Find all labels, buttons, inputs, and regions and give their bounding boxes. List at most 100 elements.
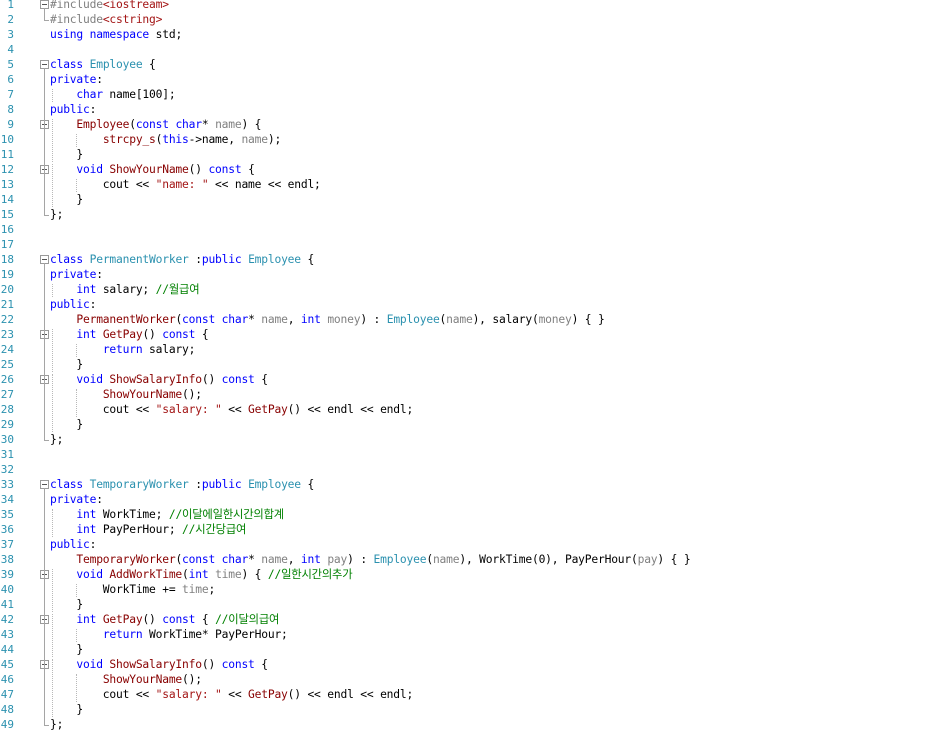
code-line[interactable]: 25 } bbox=[0, 357, 936, 372]
token-str: "salary: " bbox=[155, 403, 222, 416]
token-plain: ); bbox=[267, 133, 282, 146]
code-line[interactable]: 26 void ShowSalaryInfo() const { bbox=[0, 372, 936, 387]
code-text: int PayPerHour; //시간당급여 bbox=[50, 522, 246, 537]
code-line[interactable]: 47 cout << "salary: " << GetPay() << end… bbox=[0, 687, 936, 702]
code-line[interactable]: 27 ShowYourName(); bbox=[0, 387, 936, 402]
code-line[interactable]: 1 #include<iostream> bbox=[0, 0, 936, 12]
token-fn: GetPay bbox=[248, 403, 288, 416]
code-line[interactable]: 40 WorkTime += time; bbox=[0, 582, 936, 597]
code-line[interactable]: 39 void AddWorkTime(int time) { //일한시간의추… bbox=[0, 567, 936, 582]
code-line[interactable]: 38 TemporaryWorker (const char* name, int… bbox=[0, 552, 936, 567]
code-line[interactable]: 17 bbox=[0, 237, 936, 252]
code-line[interactable]: 6 private: bbox=[0, 72, 936, 87]
code-line[interactable]: 34 private: bbox=[0, 492, 936, 507]
code-line[interactable]: 28 cout << "salary: " << GetPay() << end… bbox=[0, 402, 936, 417]
code-line[interactable]: 13 cout << "name: " << name << endl; bbox=[0, 177, 936, 192]
code-line[interactable]: 43 return WorkTime* PayPerHour; bbox=[0, 627, 936, 642]
code-line[interactable]: 16 bbox=[0, 222, 936, 237]
code-text: } bbox=[50, 702, 83, 717]
code-line[interactable]: 48 } bbox=[0, 702, 936, 717]
code-text: private: bbox=[50, 72, 103, 87]
code-text: public: bbox=[50, 537, 96, 552]
code-line[interactable]: 3 using namespace std; bbox=[0, 27, 936, 42]
line-number: 40 bbox=[0, 583, 14, 596]
token-plain: : bbox=[96, 493, 103, 506]
token-kw: private bbox=[50, 493, 97, 506]
token-fn: GetPay bbox=[102, 328, 143, 341]
token-plain: ( bbox=[182, 568, 189, 581]
code-line[interactable]: 44 } bbox=[0, 642, 936, 657]
code-line[interactable]: 24 return salary; bbox=[0, 342, 936, 357]
token-plain: () bbox=[201, 658, 222, 671]
outline-end bbox=[44, 20, 49, 21]
code-line[interactable]: 30}; bbox=[0, 432, 936, 447]
token-str: <cstring> bbox=[102, 13, 163, 26]
token-plain: ) { } bbox=[571, 313, 605, 326]
code-line[interactable]: 9 Employee(const char* name) { bbox=[0, 117, 936, 132]
code-line[interactable]: 14 } bbox=[0, 192, 936, 207]
code-line[interactable]: 2 #include<cstring> bbox=[0, 12, 936, 27]
token-kw: private bbox=[50, 73, 97, 86]
code-line[interactable]: 7 char name[100]; bbox=[0, 87, 936, 102]
indent-guide bbox=[76, 389, 77, 417]
code-text: public: bbox=[50, 297, 96, 312]
code-line[interactable]: 15}; bbox=[0, 207, 936, 222]
token-kw: char bbox=[175, 118, 202, 131]
token-plain: } bbox=[50, 643, 84, 656]
code-line[interactable]: 18 class PermanentWorker :public Employee… bbox=[0, 252, 936, 267]
line-number: 24 bbox=[0, 343, 14, 356]
code-line[interactable]: 12 void ShowYourName() const { bbox=[0, 162, 936, 177]
code-text: void ShowYourName() const { bbox=[50, 162, 254, 177]
code-line[interactable]: 41 } bbox=[0, 597, 936, 612]
token-kw: class bbox=[50, 478, 84, 491]
line-number: 49 bbox=[0, 718, 14, 731]
code-text: return WorkTime* PayPerHour; bbox=[50, 627, 288, 642]
token-cmt: //이달에일한시간의합계 bbox=[168, 508, 284, 521]
code-line[interactable]: 46 ShowYourName(); bbox=[0, 672, 936, 687]
line-number: 9 bbox=[7, 118, 14, 131]
code-line[interactable]: 42 int GetPay() const { //이달의급여 bbox=[0, 612, 936, 627]
indent-guide bbox=[52, 119, 53, 162]
token-plain: salary; bbox=[142, 343, 196, 356]
code-line[interactable]: 11 } bbox=[0, 147, 936, 162]
indent-guide bbox=[52, 374, 53, 432]
code-line[interactable]: 45 void ShowSalaryInfo() const { bbox=[0, 657, 936, 672]
indent-guide bbox=[52, 659, 53, 717]
code-line[interactable]: 5 class Employee { bbox=[0, 57, 936, 72]
code-line[interactable]: 31 bbox=[0, 447, 936, 462]
code-line[interactable]: 35 int WorkTime; //이달에일한시간의합계 bbox=[0, 507, 936, 522]
token-cmt: //시간당급여 bbox=[182, 523, 247, 536]
code-line[interactable]: 20 int salary; //월급여 bbox=[0, 282, 936, 297]
code-line[interactable]: 22 PermanentWorker(const char* name, int… bbox=[0, 312, 936, 327]
code-line[interactable]: 23 int GetPay() const { bbox=[0, 327, 936, 342]
code-text: strcpy_s(this->name, name); bbox=[50, 132, 281, 147]
token-param: name bbox=[261, 553, 288, 566]
code-line[interactable]: 33 class TemporaryWorker :public Employee… bbox=[0, 477, 936, 492]
code-text: class PermanentWorker :public Employee { bbox=[50, 252, 314, 267]
code-text: return salary; bbox=[50, 342, 196, 357]
code-line[interactable]: 37 public: bbox=[0, 537, 936, 552]
token-type: TemporaryWorker bbox=[89, 478, 189, 491]
token-kw: public bbox=[201, 253, 242, 266]
indent-guide bbox=[76, 674, 77, 702]
code-line[interactable]: 19 private: bbox=[0, 267, 936, 282]
token-kw: char bbox=[76, 88, 103, 101]
code-editor[interactable]: 1 #include<iostream> 2 #include<cstring> 3 us… bbox=[0, 0, 936, 732]
token-plain: ->name, bbox=[188, 133, 242, 146]
code-line[interactable]: 36 int PayPerHour; //시간당급여 bbox=[0, 522, 936, 537]
indent-guide bbox=[52, 614, 53, 657]
line-number: 35 bbox=[0, 508, 14, 521]
code-line[interactable]: 29 } bbox=[0, 417, 936, 432]
code-line[interactable]: 21 public: bbox=[0, 297, 936, 312]
code-line[interactable]: 32 bbox=[0, 462, 936, 477]
code-line[interactable]: 10 strcpy_s(this->name, name); bbox=[0, 132, 936, 147]
code-line[interactable]: 4 bbox=[0, 42, 936, 57]
token-fn: ShowYourName bbox=[102, 673, 183, 686]
code-line[interactable]: 49}; bbox=[0, 717, 936, 732]
token-plain: () << endl << endl; bbox=[287, 403, 414, 416]
code-line[interactable]: 8 public: bbox=[0, 102, 936, 117]
